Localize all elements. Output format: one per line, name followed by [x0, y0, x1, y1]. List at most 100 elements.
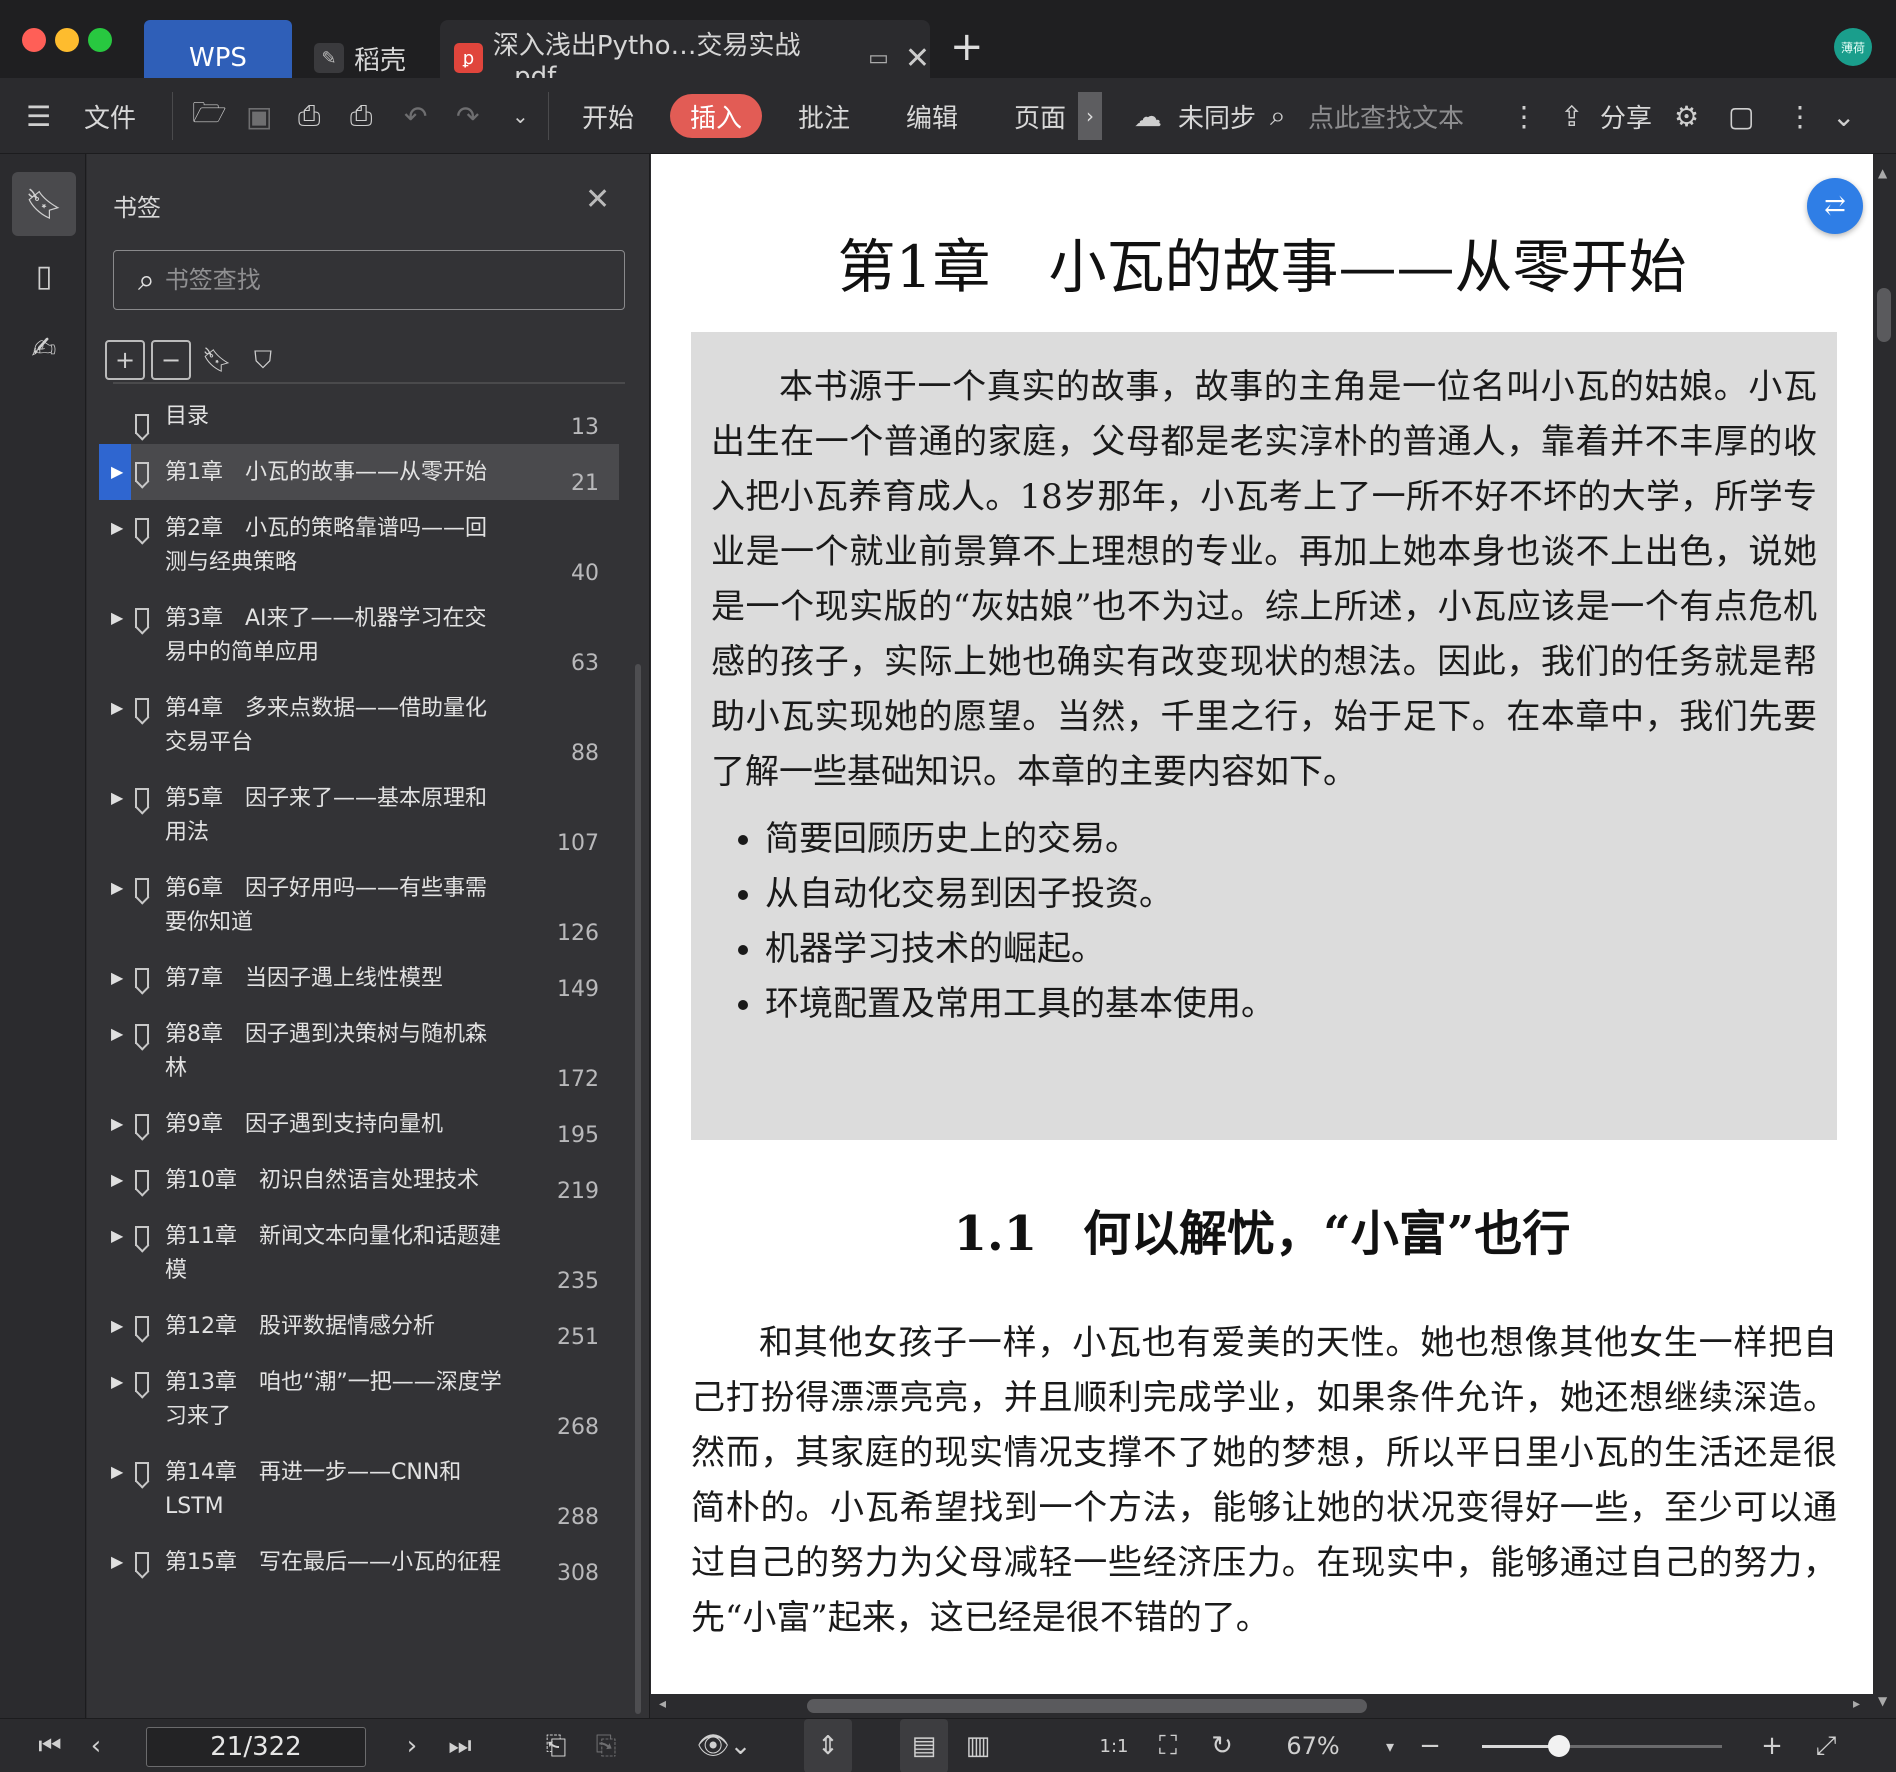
zoom-window-button[interactable] — [88, 28, 112, 52]
save-icon[interactable]: ▣ — [246, 78, 272, 154]
signature-panel-icon[interactable]: ✍ — [12, 316, 76, 380]
fullscreen-icon[interactable]: ⤢ — [1806, 1719, 1846, 1772]
collapse-ribbon-chevron-icon[interactable]: ⌄ — [1832, 78, 1855, 154]
minimize-window-button[interactable] — [55, 28, 79, 52]
settings-gear-icon[interactable]: ⚙ — [1674, 78, 1699, 154]
menu-edit[interactable]: 编辑 — [906, 78, 958, 154]
bookmark-item[interactable]: ▶ 第1章 小瓦的故事——从零开始 21 — [99, 444, 619, 500]
thumbnail-panel-icon[interactable]: ▯ — [12, 244, 76, 308]
remove-bookmark-icon[interactable]: − — [151, 340, 191, 380]
scroll-down-icon[interactable]: ▼ — [1878, 1694, 1887, 1708]
eye-protection-icon[interactable]: 👁︎⌄ — [696, 1719, 752, 1772]
expand-arrow-icon[interactable]: ▶ — [111, 1114, 123, 1133]
expand-arrow-icon[interactable]: ▶ — [111, 462, 123, 481]
expand-arrow-icon[interactable]: ▶ — [111, 968, 123, 987]
bookmark-item[interactable]: ▶ 第14章 再进一步——CNN和LSTM 288 — [99, 1444, 619, 1534]
bookmark-item[interactable]: ▶ 第9章 因子遇到支持向量机 195 — [99, 1096, 619, 1152]
share-icon[interactable]: ⇪ — [1560, 78, 1583, 154]
bookmark-search-box[interactable]: ⌕ — [113, 250, 625, 310]
next-view-icon[interactable]: ⎘ — [590, 1719, 622, 1772]
redo-icon[interactable]: ↷ — [456, 78, 479, 154]
customize-toolbar-icon[interactable]: ⌄ — [512, 78, 529, 154]
zoom-in-icon[interactable]: + — [1756, 1719, 1788, 1772]
find-text-field[interactable]: 点此查找文本 — [1308, 78, 1464, 154]
actual-size-icon[interactable]: 1:1 — [1094, 1719, 1134, 1772]
page-number-input[interactable] — [146, 1727, 366, 1767]
expand-arrow-icon[interactable]: ▶ — [111, 788, 123, 807]
add-bookmark-icon[interactable]: + — [105, 340, 145, 380]
close-panel-icon[interactable]: ✕ — [585, 182, 610, 217]
expand-arrow-icon[interactable]: ▶ — [111, 1226, 123, 1245]
bookmark-item[interactable]: ▶ 第11章 新闻文本向量化和话题建模 235 — [99, 1208, 619, 1298]
bookmark-item[interactable]: ▶ 第15章 写在最后——小瓦的征程 308 — [99, 1534, 619, 1590]
vertical-scroll-thumb[interactable] — [1877, 288, 1891, 342]
bookmark-item[interactable]: ▶ 第10章 初识自然语言处理技术 219 — [99, 1152, 619, 1208]
hamburger-menu-icon[interactable]: ☰ — [26, 78, 51, 154]
zoom-level[interactable]: 67% — [1278, 1719, 1348, 1772]
bookmark-item[interactable]: ▶ 第7章 当因子遇上线性模型 149 — [99, 950, 619, 1006]
bookmark-item[interactable]: ▶ 第12章 股评数据情感分析 251 — [99, 1298, 619, 1354]
new-tab-button[interactable]: + — [950, 24, 984, 70]
close-tab-icon[interactable]: ✕ — [905, 41, 930, 76]
pin-window-icon[interactable]: ▭ — [868, 46, 889, 71]
expand-arrow-icon[interactable]: ▶ — [111, 878, 123, 897]
scroll-right-icon[interactable]: ▸ — [1853, 1696, 1860, 1712]
previous-page-icon[interactable]: ‹ — [80, 1719, 112, 1772]
expand-arrow-icon[interactable]: ▶ — [111, 698, 123, 717]
bookmark-item[interactable]: ▶ 第2章 小瓦的策略靠谱吗——回测与经典策略 40 — [99, 500, 619, 590]
add-child-bookmark-icon[interactable]: 🔖︎ — [197, 340, 237, 380]
bookmark-outline-icon[interactable]: ⛉ — [243, 340, 283, 380]
translate-float-icon[interactable]: ⇄ — [1807, 178, 1863, 234]
print-preview-icon[interactable]: ⎙ — [350, 78, 372, 154]
menu-start[interactable]: 开始 — [582, 78, 634, 154]
file-menu[interactable]: 文件 — [84, 78, 136, 154]
more-options-icon[interactable]: ⋮ — [1786, 78, 1814, 154]
bookmark-item[interactable]: ▶ 第3章 AI来了——机器学习在交易中的简单应用 63 — [99, 590, 619, 680]
undo-icon[interactable]: ↶ — [404, 78, 427, 154]
scroll-left-icon[interactable]: ◂ — [659, 1696, 666, 1712]
zoom-slider-track[interactable] — [1482, 1745, 1722, 1748]
bookmark-panel-scrollbar[interactable] — [635, 664, 641, 1714]
close-window-button[interactable] — [22, 28, 46, 52]
zoom-slider-handle[interactable] — [1548, 1735, 1570, 1757]
expand-arrow-icon[interactable]: ▶ — [111, 608, 123, 627]
continuous-scroll-icon[interactable]: ⇕ — [804, 1719, 852, 1772]
bookmark-item[interactable]: ▶ 第4章 多来点数据——借助量化交易平台 88 — [99, 680, 619, 770]
bookmark-item[interactable]: ▶ 第13章 咱也“潮”一把——深度学习来了 268 — [99, 1354, 619, 1444]
more-menus-chevron-icon[interactable]: › — [1078, 92, 1102, 140]
rotate-page-icon[interactable]: ↻ — [1202, 1719, 1242, 1772]
sync-status[interactable]: 未同步 — [1178, 78, 1256, 154]
user-avatar[interactable]: 薄荷 — [1834, 28, 1872, 66]
scroll-up-icon[interactable]: ▲ — [1878, 166, 1887, 180]
horizontal-scrollbar[interactable]: ◂ ▸ — [651, 1694, 1873, 1718]
expand-arrow-icon[interactable]: ▶ — [111, 518, 123, 537]
cloud-sync-icon[interactable]: ☁ — [1134, 78, 1162, 154]
bookmark-item[interactable]: ▶ 第5章 因子来了——基本原理和用法 107 — [99, 770, 619, 860]
zoom-out-icon[interactable]: − — [1414, 1719, 1446, 1772]
expand-arrow-icon[interactable]: ▶ — [111, 1024, 123, 1043]
search-icon[interactable]: ⌕ — [1270, 78, 1286, 154]
expand-arrow-icon[interactable]: ▶ — [111, 1462, 123, 1481]
more-vertical-icon[interactable]: ⋮ — [1510, 78, 1538, 154]
expand-arrow-icon[interactable]: ▶ — [111, 1372, 123, 1391]
menu-page[interactable]: 页面 — [1014, 78, 1066, 154]
bookmark-item[interactable]: ▶ 第8章 因子遇到决策树与随机森林 172 — [99, 1006, 619, 1096]
open-folder-icon[interactable]: 🗁 — [192, 78, 227, 154]
last-page-icon[interactable]: ⏭ — [444, 1719, 476, 1772]
zoom-dropdown-icon[interactable]: ▾ — [1378, 1719, 1402, 1772]
menu-insert[interactable]: 插入 — [670, 94, 763, 138]
next-page-icon[interactable]: › — [396, 1719, 428, 1772]
print-icon[interactable]: ⎙ — [298, 78, 320, 154]
expand-arrow-icon[interactable]: ▶ — [111, 1170, 123, 1189]
bookmark-search-input[interactable] — [164, 266, 565, 294]
share-button[interactable]: 分享 — [1600, 78, 1652, 154]
horizontal-scroll-thumb[interactable] — [807, 1699, 1367, 1713]
bookmark-panel-icon[interactable]: 🔖︎ — [12, 172, 76, 236]
bookmark-item[interactable]: ▶ 第6章 因子好用吗——有些事需要你知道 126 — [99, 860, 619, 950]
first-page-icon[interactable]: ⏮ — [34, 1719, 66, 1772]
two-page-icon[interactable]: ▥ — [958, 1719, 998, 1772]
expand-arrow-icon[interactable]: ▶ — [111, 1552, 123, 1571]
single-page-icon[interactable]: ▤ — [900, 1719, 948, 1772]
vertical-scrollbar[interactable]: ▲ ▼ — [1873, 154, 1896, 1718]
expand-arrow-icon[interactable]: ▶ — [111, 1316, 123, 1335]
